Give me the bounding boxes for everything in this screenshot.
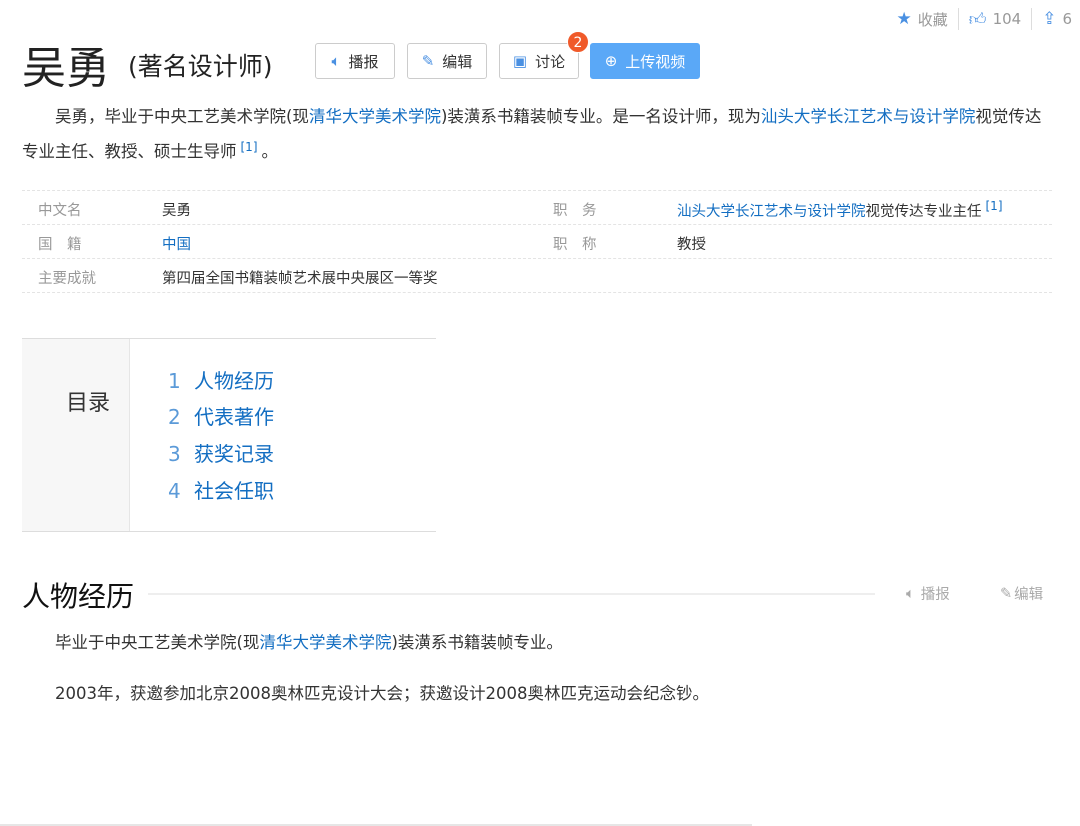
page-title: 吴勇 xyxy=(22,43,110,94)
info-row: 中文名 吴勇 职 务 汕头大学长江艺术与设计学院视觉传达专业主任 [1] xyxy=(22,191,1052,225)
position-link[interactable]: 汕头大学长江艺术与设计学院 xyxy=(677,204,866,220)
page-subtitle: (著名设计师) xyxy=(128,52,273,81)
section-edit-button[interactable]: ✎ 编辑 xyxy=(1000,583,1043,604)
edit-button[interactable]: ✎ 编辑 xyxy=(407,43,487,79)
section-link-tsinghua[interactable]: 清华大学美术学院 xyxy=(259,633,391,652)
section-broadcast-button[interactable]: 🔈︎ 播报 xyxy=(906,583,950,604)
toc-item[interactable]: 2 代表著作 xyxy=(168,401,274,430)
info-label: 中文名 xyxy=(38,203,82,219)
info-value: 吴勇 xyxy=(162,203,191,219)
section-divider xyxy=(148,593,875,595)
favorite-button[interactable]: ★ 收藏 xyxy=(887,9,958,30)
info-value: 教授 xyxy=(677,237,706,253)
section-title: 人物经历 xyxy=(22,580,135,613)
info-label: 国 籍 xyxy=(38,237,82,253)
info-row: 主要成就 第四届全国书籍装帧艺术展中央展区一等奖 xyxy=(22,259,1052,293)
share-icon: ⇪ xyxy=(1042,9,1057,29)
discuss-button[interactable]: ▣ 讨论 xyxy=(499,43,579,79)
nationality-link[interactable]: 中国 xyxy=(162,233,191,254)
toc-item[interactable]: 1 人物经历 xyxy=(168,365,274,394)
toc-item[interactable]: 4 社会任职 xyxy=(168,475,274,504)
like-button[interactable]: 👍︎ 104 xyxy=(959,9,1031,30)
pencil-icon: ✎ xyxy=(1000,585,1013,602)
pencil-icon: ✎ xyxy=(421,52,435,70)
summary-link-stu[interactable]: 汕头大学长江艺术与设计学院 xyxy=(761,107,976,126)
chat-icon: ▣ xyxy=(512,52,528,70)
info-label: 职 称 xyxy=(553,237,597,253)
summary-link-tsinghua[interactable]: 清华大学美术学院 xyxy=(309,107,441,126)
thumbs-up-icon: 👍︎ xyxy=(968,9,987,30)
info-value: 汕头大学长江艺术与设计学院视觉传达专业主任 [1] xyxy=(677,199,1003,220)
reference-link[interactable]: [1] xyxy=(986,199,1003,213)
share-button[interactable]: ⇪ 6 xyxy=(1032,9,1072,29)
plus-circle-icon: ⊕ xyxy=(604,52,618,70)
toc-title: 目录 xyxy=(66,391,111,416)
top-actions: ★ 收藏 👍︎ 104 ⇪ 6 xyxy=(887,8,1072,30)
discuss-count-badge: 2 xyxy=(567,31,589,53)
toc-item[interactable]: 3 获奖记录 xyxy=(168,438,274,467)
speaker-icon: 🔈︎ xyxy=(906,585,915,602)
reference-link[interactable]: [1] xyxy=(241,140,258,154)
speaker-icon: 🔈︎ xyxy=(331,52,341,70)
table-of-contents: 目录 1 人物经历 2 代表著作 3 获奖记录 4 社会任职 xyxy=(22,338,436,532)
info-value: 第四届全国书籍装帧艺术展中央展区一等奖 xyxy=(162,271,438,287)
info-label: 主要成就 xyxy=(38,271,96,287)
section-paragraph: 毕业于中央工艺美术学院(现清华大学美术学院)装潢系书籍装帧专业。 xyxy=(55,633,563,652)
info-box: 中文名 吴勇 职 务 汕头大学长江艺术与设计学院视觉传达专业主任 [1] 国 籍 … xyxy=(22,190,1052,293)
toc-header xyxy=(22,339,130,531)
info-row: 国 籍 中国 职 称 教授 xyxy=(22,225,1052,259)
star-icon: ★ xyxy=(896,9,912,29)
info-label: 职 务 xyxy=(553,203,597,219)
broadcast-button[interactable]: 🔈︎ 播报 xyxy=(315,43,395,79)
summary-paragraph: 吴勇，毕业于中央工艺美术学院(现清华大学美术学院)装潢系书籍装帧专业。是一名设计… xyxy=(22,107,1042,161)
section-paragraph: 2003年，获邀参加北京2008奥林匹克设计大会；获邀设计2008奥林匹克运动会… xyxy=(55,684,709,703)
upload-video-button[interactable]: ⊕ 上传视频 xyxy=(590,43,700,79)
